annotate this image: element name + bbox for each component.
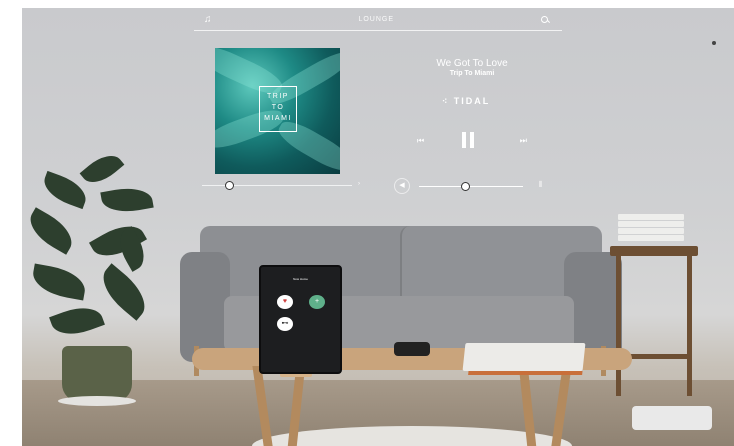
bathroom-scale bbox=[632, 406, 712, 430]
track-info: We Got To Love Trip To Miami bbox=[402, 58, 542, 77]
album-title-box: TRIP TO MIAMI bbox=[259, 86, 297, 132]
room-title: LOUNGE bbox=[358, 15, 395, 23]
volume-knob[interactable] bbox=[461, 182, 471, 191]
search-icon[interactable] bbox=[541, 15, 548, 23]
service-logo: ⁖ TIDAL bbox=[442, 96, 490, 107]
album-title-line-2: TO bbox=[271, 104, 285, 111]
album-title-line-3: MIAMI bbox=[264, 115, 292, 122]
track-artist: Trip To Miami bbox=[449, 70, 495, 77]
progress-end-icon: › bbox=[358, 181, 360, 187]
album-title-line-1: TRIP bbox=[267, 93, 289, 100]
volume-slider[interactable] bbox=[419, 182, 523, 191]
tablet-plus-icon[interactable]: + bbox=[309, 295, 325, 309]
track-title: We Got To Love bbox=[436, 58, 508, 69]
living-room-viewport: Now Home ♥ + ⊷ ♫ LOUNGE TRIP TO MIAMI › … bbox=[22, 8, 734, 446]
tidal-logo-icon: ⁖ bbox=[442, 96, 450, 106]
music-note-icon[interactable]: ♫ bbox=[204, 14, 212, 25]
tablet-barbell-icon[interactable]: ⊷ bbox=[277, 317, 293, 331]
progress-knob[interactable] bbox=[224, 181, 234, 190]
book-stack bbox=[618, 214, 684, 246]
skip-previous-icon[interactable]: ⏮ bbox=[417, 136, 424, 146]
magazine bbox=[462, 343, 586, 371]
skip-next-icon[interactable]: ⏭ bbox=[520, 136, 527, 146]
service-name: TIDAL bbox=[453, 96, 491, 106]
house-plant bbox=[22, 138, 172, 418]
volume-level-icon[interactable]: ⦀ bbox=[538, 180, 542, 190]
tablet-device[interactable]: Now Home ♥ + ⊷ bbox=[259, 265, 342, 374]
tablet-heart-icon[interactable]: ♥ bbox=[277, 295, 293, 309]
smart-speaker bbox=[394, 342, 430, 356]
playback-controls: ⏮ ⏭ bbox=[417, 132, 527, 152]
playback-progress-bar[interactable]: › bbox=[202, 181, 360, 190]
pause-icon[interactable] bbox=[461, 132, 475, 148]
volume-control: ◀ ⦀ bbox=[394, 178, 544, 194]
speaker-icon[interactable]: ◀ bbox=[394, 178, 410, 194]
tablet-header: Now Home bbox=[293, 277, 308, 281]
album-art[interactable]: TRIP TO MIAMI bbox=[215, 48, 340, 174]
camera-dot-icon bbox=[712, 41, 716, 45]
top-bar: ♫ LOUNGE bbox=[194, 8, 562, 31]
